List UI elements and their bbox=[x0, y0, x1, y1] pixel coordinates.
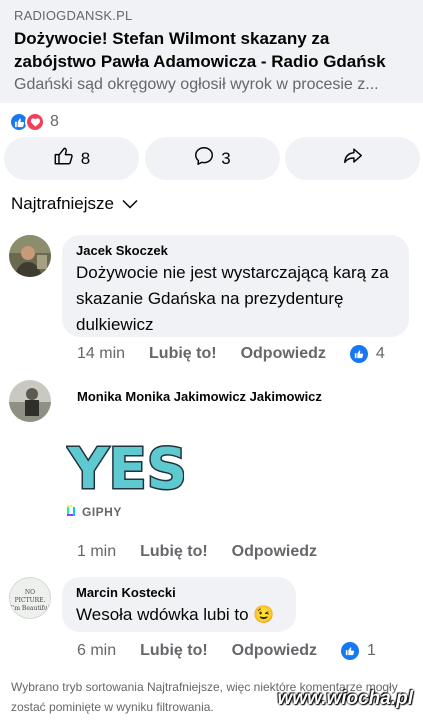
comment-button[interactable]: 3 bbox=[144, 137, 280, 180]
comment-like-count: 1 bbox=[367, 642, 376, 659]
link-preview-card[interactable]: RADIOGDANSK.PL Dożywocie! Stefan Wilmont… bbox=[0, 0, 423, 103]
comment-author[interactable]: Jacek Skoczek bbox=[76, 243, 395, 258]
comment-reply-button[interactable]: Odpowiedz bbox=[241, 345, 326, 363]
link-title: Dożywocie! Stefan Wilmont skazany za zab… bbox=[14, 29, 386, 71]
share-icon bbox=[342, 145, 364, 172]
comment-count: 3 bbox=[221, 148, 231, 168]
post-actions: 8 3 bbox=[4, 137, 420, 180]
comment-author[interactable]: Marcin Kostecki bbox=[76, 585, 282, 600]
comment-bubble: Jacek Skoczek Dożywocie nie jest wystarc… bbox=[62, 235, 409, 337]
comment-meta: 1 min Lubię to! Odpowiedz bbox=[77, 543, 341, 561]
chevron-down-icon bbox=[122, 194, 138, 214]
giphy-logo-icon bbox=[66, 504, 76, 520]
comment-like-count: 4 bbox=[375, 345, 385, 362]
comment-reply-button[interactable]: Odpowiedz bbox=[232, 642, 317, 660]
giphy-label: GIPHY bbox=[82, 505, 122, 519]
comment-like-button[interactable]: Lubię to! bbox=[149, 345, 217, 363]
link-domain: RADIOGDANSK.PL bbox=[14, 8, 133, 23]
comment-reply-button[interactable]: Odpowiedz bbox=[232, 543, 317, 561]
comment-like-button[interactable]: Lubię to! bbox=[140, 543, 208, 561]
comment-like-button[interactable]: Lubię to! bbox=[140, 642, 208, 660]
avatar[interactable]: NO PICTURE. I'm Beautiful bbox=[9, 577, 51, 619]
comment-text: Dożywocie nie jest wystarczającą karą za… bbox=[76, 263, 389, 334]
reactions-count: 8 bbox=[50, 113, 59, 130]
comment-meta: 14 min Lubię to! Odpowiedz 4 bbox=[77, 345, 385, 363]
comment-time[interactable]: 6 min bbox=[77, 642, 116, 660]
comment-reactions[interactable]: 4 bbox=[349, 345, 385, 363]
love-reaction-icon bbox=[25, 112, 45, 132]
like-button[interactable]: 8 bbox=[4, 137, 139, 180]
giphy-attribution[interactable]: GIPHY bbox=[66, 504, 122, 520]
avatar[interactable] bbox=[9, 380, 51, 422]
like-reaction-icon bbox=[341, 642, 359, 660]
comment-bubble: Marcin Kostecki Wesoła wdówka lubi to 😉 bbox=[62, 577, 296, 632]
link-description: Gdański sąd okręgowy ogłosił wyrok w pro… bbox=[14, 76, 379, 93]
gif-text: YES bbox=[67, 437, 184, 502]
reactions-summary[interactable]: 8 bbox=[9, 112, 59, 132]
like-reaction-icon bbox=[349, 345, 368, 363]
comment-icon bbox=[193, 145, 215, 172]
share-button[interactable] bbox=[285, 137, 420, 180]
comment-author[interactable]: Monika Monika Jakimowicz Jakimowicz bbox=[77, 389, 322, 404]
avatar-text: NO PICTURE. I'm Beautiful bbox=[10, 589, 50, 612]
comment-time[interactable]: 14 min bbox=[77, 345, 125, 363]
avatar[interactable] bbox=[9, 235, 51, 277]
comment-meta: 6 min Lubię to! Odpowiedz 1 bbox=[77, 642, 376, 660]
thumbs-up-icon bbox=[53, 145, 75, 172]
comment-time[interactable]: 1 min bbox=[77, 543, 116, 561]
comment-sort-dropdown[interactable]: Najtrafniejsze bbox=[11, 194, 138, 214]
sort-label: Najtrafniejsze bbox=[11, 194, 114, 213]
comment-text: Wesoła wdówka lubi to 😉 bbox=[76, 605, 275, 624]
comment-reactions[interactable]: 1 bbox=[341, 642, 376, 660]
watermark: www.wiocha.pl bbox=[277, 688, 413, 709]
like-count: 8 bbox=[80, 148, 91, 168]
